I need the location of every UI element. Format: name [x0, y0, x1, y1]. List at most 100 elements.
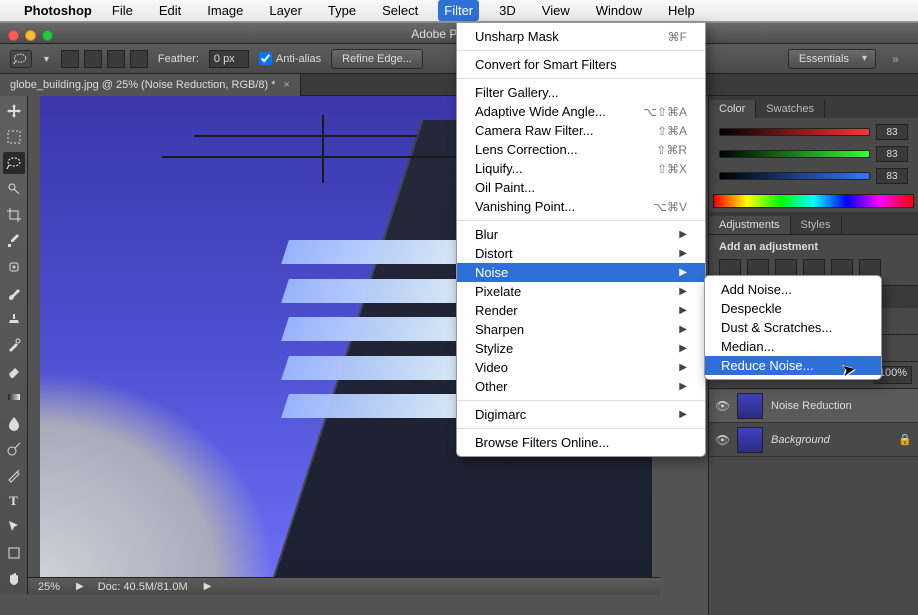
crop-tool[interactable] — [3, 204, 25, 226]
noise-despeckle[interactable]: Despeckle — [705, 299, 881, 318]
filter-gallery[interactable]: Filter Gallery... — [457, 83, 705, 102]
menu-edit[interactable]: Edit — [153, 0, 187, 21]
filter-video-submenu[interactable]: Video▶ — [457, 358, 705, 377]
move-tool[interactable] — [3, 100, 25, 122]
filter-sharpen-submenu[interactable]: Sharpen▶ — [457, 320, 705, 339]
pen-tool[interactable] — [3, 464, 25, 486]
filter-adaptive-wide-angle[interactable]: Adaptive Wide Angle...⌥⇧⌘A — [457, 102, 705, 121]
layer-list: 👁 Noise Reduction 👁 Background 🔒 — [709, 389, 918, 457]
menu-help[interactable]: Help — [662, 0, 701, 21]
menu-type[interactable]: Type — [322, 0, 362, 21]
noise-add[interactable]: Add Noise... — [705, 280, 881, 299]
expand-panels-icon[interactable]: » — [892, 52, 908, 66]
styles-tab[interactable]: Styles — [791, 216, 842, 234]
filter-browse-online[interactable]: Browse Filters Online... — [457, 433, 705, 452]
layer-row[interactable]: 👁 Noise Reduction — [709, 389, 918, 423]
shape-tool[interactable] — [3, 542, 25, 564]
dropdown-arrow-icon[interactable]: ▼ — [42, 54, 51, 64]
app-name[interactable]: Photoshop — [24, 3, 92, 18]
zoom-dropdown-icon[interactable]: ▶ — [76, 581, 84, 592]
subtract-selection-button[interactable] — [107, 50, 125, 68]
layer-row[interactable]: 👁 Background 🔒 — [709, 423, 918, 457]
visibility-icon[interactable]: 👁 — [715, 399, 729, 413]
menu-select[interactable]: Select — [376, 0, 424, 21]
filter-distort-submenu[interactable]: Distort▶ — [457, 244, 705, 263]
doc-size[interactable]: Doc: 40.5M/81.0M — [98, 581, 188, 593]
tool-preset-icon[interactable] — [10, 50, 32, 68]
filter-stylize-submenu[interactable]: Stylize▶ — [457, 339, 705, 358]
selection-mode-group — [61, 50, 148, 68]
menu-3d[interactable]: 3D — [493, 0, 522, 21]
filter-render-submenu[interactable]: Render▶ — [457, 301, 705, 320]
filter-other-submenu[interactable]: Other▶ — [457, 377, 705, 396]
menu-layer[interactable]: Layer — [263, 0, 308, 21]
add-selection-button[interactable] — [84, 50, 102, 68]
quick-select-tool[interactable] — [3, 178, 25, 200]
menu-file[interactable]: File — [106, 0, 139, 21]
workspace-selector[interactable]: Essentials — [788, 49, 876, 69]
filter-lens-correction[interactable]: Lens Correction...⇧⌘R — [457, 140, 705, 159]
visibility-icon[interactable]: 👁 — [715, 433, 729, 447]
dodge-tool[interactable] — [3, 438, 25, 460]
filter-digimarc-submenu[interactable]: Digimarc▶ — [457, 405, 705, 424]
lasso-tool[interactable] — [3, 152, 25, 174]
healing-tool[interactable] — [3, 256, 25, 278]
type-tool[interactable]: T — [3, 490, 25, 512]
marquee-tool[interactable] — [3, 126, 25, 148]
filter-oil-paint[interactable]: Oil Paint... — [457, 178, 705, 197]
menu-view[interactable]: View — [536, 0, 576, 21]
gradient-tool[interactable] — [3, 386, 25, 408]
docinfo-dropdown-icon[interactable]: ▶ — [204, 581, 212, 592]
brush-tool[interactable] — [3, 282, 25, 304]
window-buttons — [8, 30, 53, 41]
filter-noise-submenu[interactable]: Noise▶ — [457, 263, 705, 282]
zoom-level[interactable]: 25% — [38, 581, 60, 593]
antialias-checkbox[interactable]: Anti-alias — [259, 52, 321, 65]
filter-vanishing-point[interactable]: Vanishing Point...⌥⌘V — [457, 197, 705, 216]
menu-filter[interactable]: Filter — [438, 0, 479, 21]
adjustments-tab[interactable]: Adjustments — [709, 216, 791, 234]
new-selection-button[interactable] — [61, 50, 79, 68]
document-tab[interactable]: globe_building.jpg @ 25% (Noise Reductio… — [0, 74, 301, 96]
filter-convert-smart[interactable]: Convert for Smart Filters — [457, 55, 705, 74]
path-select-tool[interactable] — [3, 516, 25, 538]
red-slider[interactable] — [719, 128, 870, 136]
feather-input[interactable] — [209, 50, 249, 68]
filter-blur-submenu[interactable]: Blur▶ — [457, 225, 705, 244]
filter-camera-raw[interactable]: Camera Raw Filter...⇧⌘A — [457, 121, 705, 140]
minimize-window-button[interactable] — [25, 30, 36, 41]
layer-name[interactable]: Noise Reduction — [771, 400, 852, 412]
blur-tool[interactable] — [3, 412, 25, 434]
menu-image[interactable]: Image — [201, 0, 249, 21]
color-tab[interactable]: Color — [709, 100, 756, 118]
refine-edge-button[interactable]: Refine Edge... — [331, 49, 423, 69]
layer-thumb[interactable] — [737, 427, 763, 453]
eyedropper-tool[interactable] — [3, 230, 25, 252]
layer-thumb[interactable] — [737, 393, 763, 419]
green-value[interactable]: 83 — [876, 146, 908, 162]
close-tab-icon[interactable]: × — [284, 79, 290, 91]
filter-liquify[interactable]: Liquify...⇧⌘X — [457, 159, 705, 178]
menu-window[interactable]: Window — [590, 0, 648, 21]
color-panel-tabset: Color Swatches — [709, 96, 918, 118]
zoom-window-button[interactable] — [42, 30, 53, 41]
noise-median[interactable]: Median... — [705, 337, 881, 356]
noise-dust-scratches[interactable]: Dust & Scratches... — [705, 318, 881, 337]
antialias-check-input[interactable] — [259, 52, 272, 65]
history-brush-tool[interactable] — [3, 334, 25, 356]
close-window-button[interactable] — [8, 30, 19, 41]
filter-last[interactable]: Unsharp Mask⌘F — [457, 27, 705, 46]
color-spectrum[interactable] — [713, 194, 914, 208]
hand-tool[interactable] — [3, 568, 25, 590]
adjust-label: Add an adjustment — [719, 241, 908, 253]
intersect-selection-button[interactable] — [130, 50, 148, 68]
eraser-tool[interactable] — [3, 360, 25, 382]
green-slider[interactable] — [719, 150, 870, 158]
red-value[interactable]: 83 — [876, 124, 908, 140]
layer-name[interactable]: Background — [771, 434, 830, 446]
blue-value[interactable]: 83 — [876, 168, 908, 184]
swatches-tab[interactable]: Swatches — [756, 100, 825, 118]
blue-slider[interactable] — [719, 172, 870, 180]
filter-pixelate-submenu[interactable]: Pixelate▶ — [457, 282, 705, 301]
clone-stamp-tool[interactable] — [3, 308, 25, 330]
